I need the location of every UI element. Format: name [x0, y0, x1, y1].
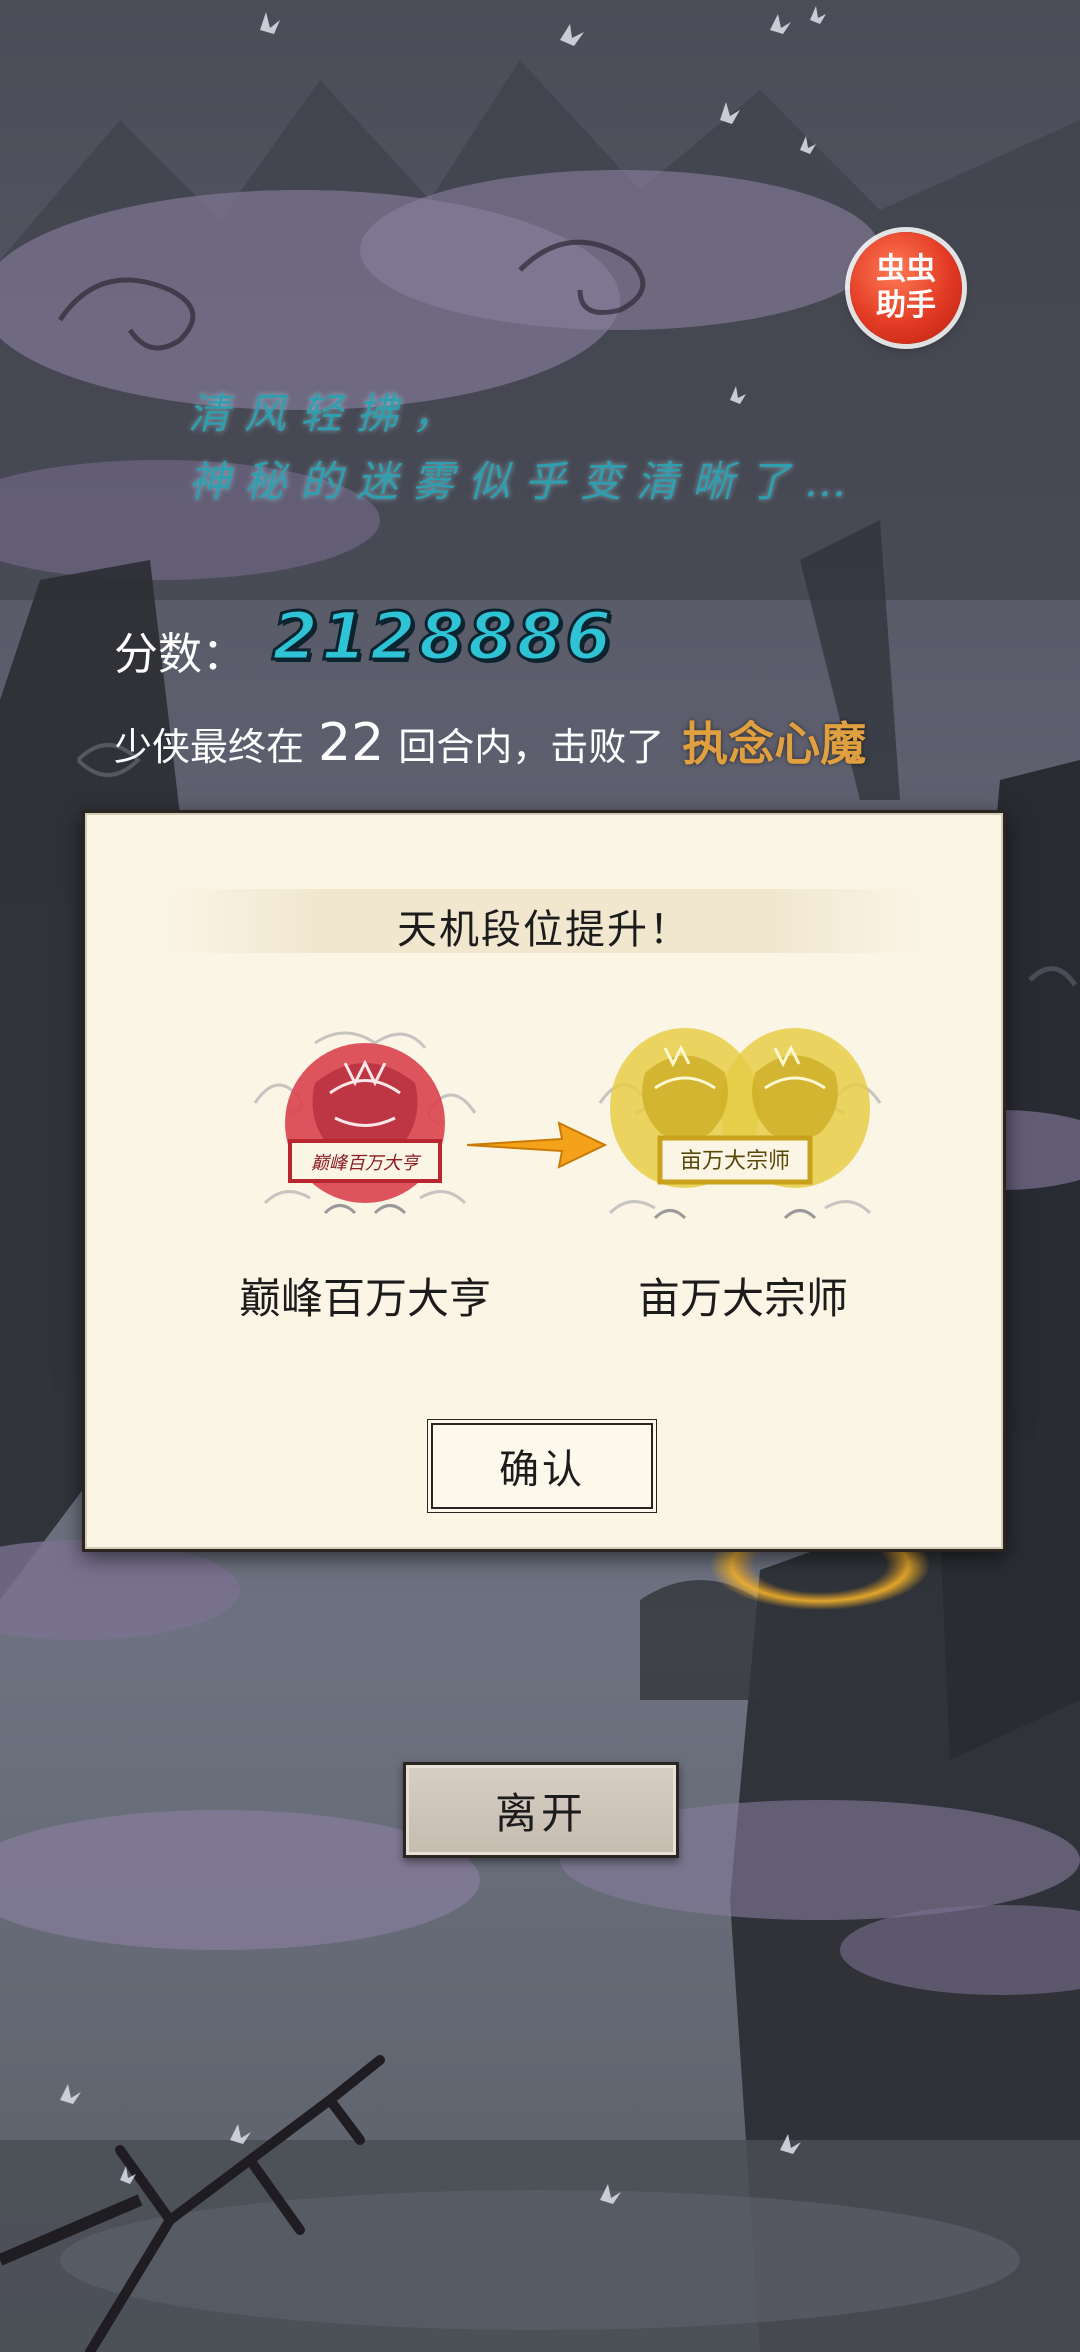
result-middle: 回合内，击败了 — [398, 725, 665, 769]
old-rank-seal-text: 巅峰百万大亨 — [311, 1153, 422, 1174]
old-rank-name: 巅峰百万大亨 — [238, 1274, 491, 1323]
confirm-button[interactable]: 确认 — [431, 1423, 653, 1509]
poem-line-2: 神秘的迷雾似乎变清晰了… — [188, 457, 861, 506]
score-value: 2128886 — [270, 597, 615, 677]
old-rank-emblem: 巅峰百万大亨 — [253, 1031, 477, 1215]
score-label: 分数： — [114, 629, 246, 680]
poem-line-1: 清风轻拂， — [188, 389, 469, 438]
leave-button[interactable]: 离开 — [403, 1762, 679, 1858]
arrow-icon — [467, 1121, 607, 1169]
boss-name: 执念心魔 — [682, 717, 867, 771]
battle-result: 少侠最终在 22 回合内，击败了 执念心魔 — [114, 708, 866, 778]
result-prefix: 少侠最终在 — [114, 725, 305, 769]
new-rank-seal-text: 亩万大宗师 — [680, 1149, 790, 1174]
result-rounds: 22 — [318, 713, 385, 773]
new-rank-name: 亩万大宗师 — [637, 1274, 848, 1323]
new-rank-emblem: 亩万大宗师 — [598, 1028, 882, 1220]
dialog-title: 天机段位提升！ — [397, 907, 691, 953]
rank-up-dialog: 天机段位提升！ 巅峰百万大亨 亩万大宗师 巅峰百万大亨 亩万大宗师 确认 — [82, 810, 1006, 1552]
assistant-badge[interactable]: 虫虫 助手 — [850, 232, 962, 344]
